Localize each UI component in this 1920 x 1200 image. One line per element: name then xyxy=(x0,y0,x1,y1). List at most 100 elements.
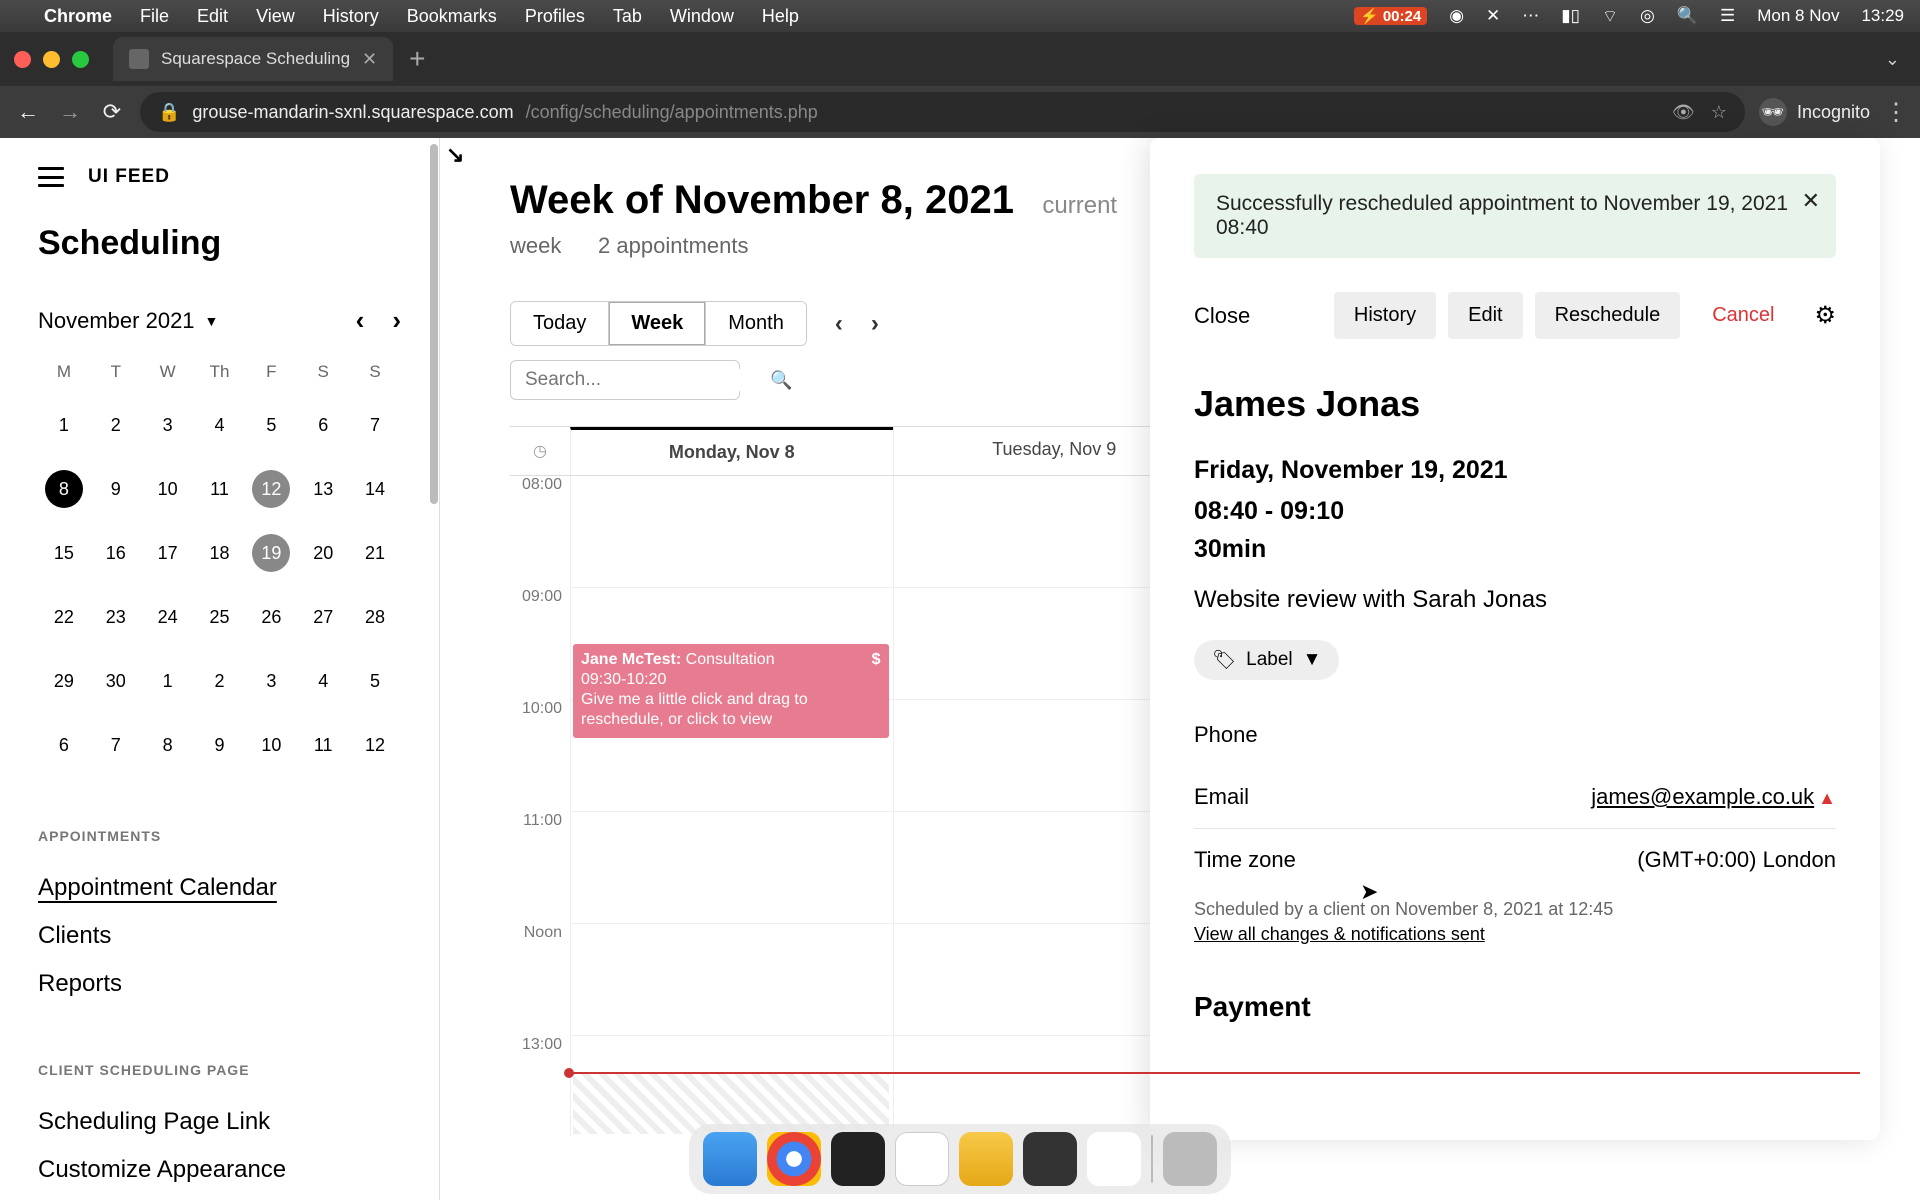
prev-month-button[interactable]: ‹ xyxy=(356,305,365,336)
menu-help[interactable]: Help xyxy=(762,6,799,27)
calendar-day[interactable]: 11 xyxy=(297,716,349,774)
view-week-button[interactable]: Week xyxy=(608,302,705,345)
calendar-day[interactable]: 1 xyxy=(38,396,90,454)
panel-close-button[interactable]: Close xyxy=(1194,303,1250,329)
sidebar-item-customize-appearance[interactable]: Customize Appearance xyxy=(38,1146,401,1194)
calendar-day[interactable]: 22 xyxy=(38,588,90,646)
calendar-day[interactable]: 9 xyxy=(90,460,142,518)
label-dropdown[interactable]: 🏷 Label ▼ xyxy=(1194,640,1339,680)
forward-button[interactable]: → xyxy=(56,99,84,125)
calendar-day[interactable]: 28 xyxy=(349,588,401,646)
menu-extra-icon[interactable]: ☰ xyxy=(1720,6,1735,26)
eye-blocked-icon[interactable]: 👁 xyxy=(1672,102,1695,123)
calendar-day[interactable]: 13 xyxy=(297,460,349,518)
dock-app-dark[interactable] xyxy=(1023,1132,1077,1186)
hamburger-icon[interactable] xyxy=(38,167,64,187)
sidebar-scrollbar[interactable] xyxy=(429,138,439,1200)
day-column-mon[interactable]: $ Jane McTest: Consultation 09:30-10:20 … xyxy=(570,476,893,1136)
next-month-button[interactable]: › xyxy=(392,305,401,336)
edit-button[interactable]: Edit xyxy=(1448,292,1522,339)
month-picker[interactable]: November 2021 ▼ xyxy=(38,308,218,334)
dock-app-yellow[interactable] xyxy=(959,1132,1013,1186)
calendar-day[interactable]: 5 xyxy=(349,652,401,710)
view-month-button[interactable]: Month xyxy=(705,302,806,345)
history-button[interactable]: History xyxy=(1334,292,1436,339)
back-button[interactable]: ← xyxy=(14,99,42,125)
calendar-day[interactable]: 7 xyxy=(349,396,401,454)
view-changes-link[interactable]: View all changes & notifications sent xyxy=(1194,924,1836,945)
calendar-day[interactable]: 8 xyxy=(142,716,194,774)
calendar-day[interactable]: 27 xyxy=(297,588,349,646)
calendar-day[interactable]: 18 xyxy=(194,524,246,582)
wifi-icon[interactable]: ⌔ xyxy=(1602,6,1618,27)
tab-list-chevron-icon[interactable]: ⌄ xyxy=(1885,49,1900,70)
menu-edit[interactable]: Edit xyxy=(197,6,228,27)
dock-terminal[interactable] xyxy=(831,1132,885,1186)
new-tab-button[interactable]: + xyxy=(409,43,425,75)
dock-chrome[interactable] xyxy=(767,1132,821,1186)
calendar-day[interactable]: 25 xyxy=(194,588,246,646)
dock-calendar[interactable] xyxy=(1087,1132,1141,1186)
close-window-button[interactable] xyxy=(14,51,31,68)
calendar-day[interactable]: 29 xyxy=(38,652,90,710)
view-today-button[interactable]: Today xyxy=(511,302,608,345)
calendar-day[interactable]: 8 xyxy=(38,460,90,518)
calendar-day[interactable]: 12 xyxy=(349,716,401,774)
calendar-day[interactable]: 19 xyxy=(245,524,297,582)
calendar-day[interactable]: 2 xyxy=(90,396,142,454)
calendar-day[interactable]: 6 xyxy=(38,716,90,774)
calendar-day[interactable]: 2 xyxy=(194,652,246,710)
status-icon-3[interactable]: ⋯ xyxy=(1522,6,1539,26)
lock-icon[interactable]: 🔒 xyxy=(158,102,180,123)
calendar-day[interactable]: 10 xyxy=(245,716,297,774)
calendar-day[interactable]: 9 xyxy=(194,716,246,774)
calendar-day[interactable]: 30 xyxy=(90,652,142,710)
prev-week-button[interactable]: ‹ xyxy=(835,310,843,338)
toast-close-icon[interactable]: ✕ xyxy=(1802,188,1820,214)
close-tab-icon[interactable]: ✕ xyxy=(362,49,377,70)
spotlight-icon[interactable]: 🔍 xyxy=(1677,6,1698,26)
bookmark-star-icon[interactable]: ☆ xyxy=(1711,102,1727,123)
calendar-day[interactable]: 7 xyxy=(90,716,142,774)
battery-icon[interactable]: ▮▯ xyxy=(1561,6,1580,26)
calendar-day[interactable]: 5 xyxy=(245,396,297,454)
calendar-day[interactable]: 24 xyxy=(142,588,194,646)
dock-finder[interactable] xyxy=(703,1132,757,1186)
calendar-day[interactable]: 3 xyxy=(245,652,297,710)
calendar-day[interactable]: 20 xyxy=(297,524,349,582)
sidebar-item-appointment-calendar[interactable]: Appointment Calendar xyxy=(38,864,401,912)
menu-view[interactable]: View xyxy=(256,6,295,27)
calendar-day[interactable]: 12 xyxy=(245,460,297,518)
battery-warning-badge[interactable]: ⚡00:24 xyxy=(1354,7,1427,25)
calendar-day[interactable]: 17 xyxy=(142,524,194,582)
dock-notes[interactable] xyxy=(895,1132,949,1186)
control-center-icon[interactable]: ◎ xyxy=(1640,6,1655,26)
calendar-day[interactable]: 6 xyxy=(297,396,349,454)
menu-profiles[interactable]: Profiles xyxy=(525,6,585,27)
calendar-day[interactable]: 15 xyxy=(38,524,90,582)
search-field[interactable]: 🔍 xyxy=(510,360,740,400)
gear-icon[interactable]: ⚙ xyxy=(1814,301,1836,330)
address-bar[interactable]: 🔒 grouse-mandarin-sxnl.squarespace.com/c… xyxy=(140,92,1745,132)
calendar-day[interactable]: 1 xyxy=(142,652,194,710)
dock-trash[interactable] xyxy=(1163,1132,1217,1186)
search-icon[interactable]: 🔍 xyxy=(770,370,792,391)
fullscreen-window-button[interactable] xyxy=(72,51,89,68)
minimize-window-button[interactable] xyxy=(43,51,60,68)
status-icon-2[interactable]: ✕ xyxy=(1486,6,1500,26)
sidebar-item-reports[interactable]: Reports xyxy=(38,960,401,1008)
day-header-mon[interactable]: Monday, Nov 8 xyxy=(570,427,893,475)
search-input[interactable] xyxy=(525,369,770,391)
chrome-menu-button[interactable]: ⋮ xyxy=(1884,98,1906,127)
calendar-day[interactable]: 3 xyxy=(142,396,194,454)
cancel-button[interactable]: Cancel xyxy=(1692,292,1794,339)
menubar-time[interactable]: 13:29 xyxy=(1861,6,1904,26)
calendar-day[interactable]: 21 xyxy=(349,524,401,582)
calendar-day[interactable]: 14 xyxy=(349,460,401,518)
calendar-day[interactable]: 4 xyxy=(297,652,349,710)
calendar-event[interactable]: $ Jane McTest: Consultation 09:30-10:20 … xyxy=(573,644,889,738)
calendar-day[interactable]: 23 xyxy=(90,588,142,646)
menu-file[interactable]: File xyxy=(140,6,169,27)
menu-history[interactable]: History xyxy=(323,6,379,27)
calendar-day[interactable]: 10 xyxy=(142,460,194,518)
